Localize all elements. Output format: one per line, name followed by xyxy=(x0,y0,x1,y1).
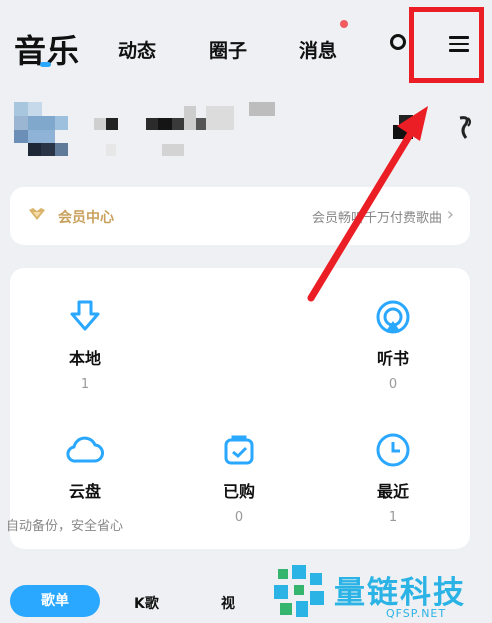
annotation-arrow-icon xyxy=(307,106,428,302)
